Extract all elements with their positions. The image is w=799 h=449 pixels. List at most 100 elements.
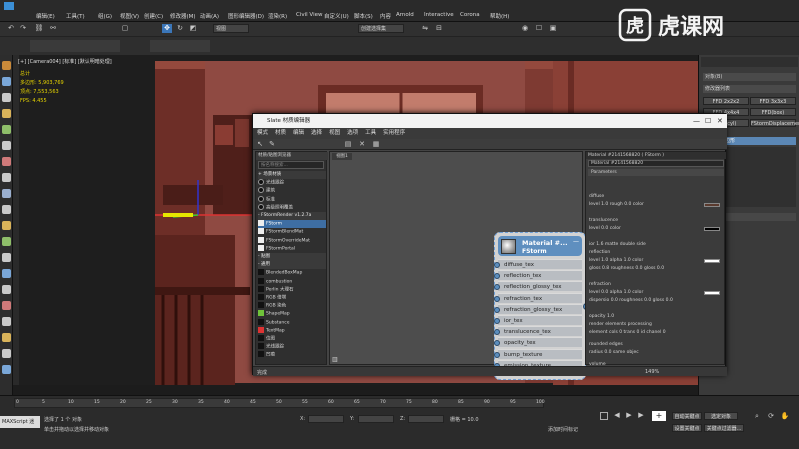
browser-item[interactable]: Perlin 大理石 [258, 285, 326, 294]
browser-item[interactable]: TextMap [258, 326, 326, 335]
browser-item[interactable]: Substance [258, 318, 326, 327]
node-menu-icon[interactable]: — [573, 238, 579, 245]
node-slot[interactable]: bump_texture [494, 348, 582, 359]
layout-icon[interactable]: ▦ [371, 140, 381, 149]
input-socket[interactable] [494, 318, 500, 324]
tool-icon[interactable] [2, 333, 11, 342]
undo-icon[interactable]: ↶ [6, 24, 16, 33]
z-field[interactable] [408, 415, 444, 423]
browser-item[interactable]: RGB 倍增 [258, 294, 326, 302]
browser-item[interactable]: 光线跟踪 [258, 343, 326, 351]
sme-menu-item[interactable]: 模式 [257, 130, 268, 136]
sme-menu-item[interactable]: 材质 [275, 130, 286, 136]
node-slot[interactable]: diffuse_tex [494, 259, 582, 269]
browser-item[interactable]: RGB 染色 [258, 302, 326, 310]
zoom-level[interactable]: 149% [645, 369, 659, 375]
tool-icon[interactable] [2, 253, 11, 262]
tool-icon[interactable] [2, 365, 11, 374]
minimize-icon[interactable]: — [693, 114, 700, 128]
set-key-icon[interactable]: + [652, 411, 666, 421]
input-socket[interactable] [494, 329, 500, 336]
pick-material-icon[interactable]: ↖ [255, 140, 265, 149]
tool-icon[interactable] [2, 221, 11, 230]
view-dropdown[interactable]: 视图 [213, 24, 249, 33]
menu-item[interactable]: 修改器(M) [170, 12, 196, 20]
menu-item[interactable]: 图形编辑器(D) [228, 12, 264, 20]
menu-item[interactable]: Civil View [296, 12, 322, 18]
maximize-icon[interactable]: ☐ [705, 114, 711, 128]
node-slot[interactable]: opacity_tex [494, 337, 582, 348]
scale-icon[interactable]: ◩ [188, 24, 198, 33]
render-icon[interactable]: ▣ [548, 24, 558, 33]
menu-item[interactable]: 渲染(R) [268, 12, 287, 20]
maxscript-listener[interactable]: MAXScript 迷 [0, 416, 40, 428]
tool-icon[interactable] [2, 173, 11, 182]
input-socket[interactable] [494, 295, 500, 302]
browser-item[interactable]: 标准 [258, 195, 326, 204]
browser-item[interactable]: FStorm [258, 220, 326, 229]
previous-frame-icon[interactable]: ◀ [612, 411, 622, 420]
menu-item[interactable]: 视图(V) [120, 12, 139, 20]
zoom-icon[interactable]: ⌕ [752, 412, 762, 421]
align-icon[interactable]: ⊟ [434, 24, 444, 33]
modifier-button[interactable]: FFD 2x2x2 [703, 97, 749, 105]
menu-item[interactable]: 组(G) [98, 12, 112, 20]
input-socket[interactable] [494, 340, 500, 347]
move-icon[interactable]: ✥ [162, 24, 172, 33]
menu-item[interactable]: Corona [460, 12, 480, 18]
tool-icon[interactable] [2, 141, 11, 150]
browser-item[interactable]: 高级照明覆盖 [258, 203, 326, 212]
app-icon[interactable] [4, 2, 14, 10]
select-icon[interactable]: ▢ [120, 24, 130, 33]
node-slot[interactable]: reflection_tex [494, 270, 582, 281]
tool-icon[interactable] [2, 157, 11, 166]
rotate-icon[interactable]: ↻ [175, 24, 185, 33]
close-icon[interactable]: ✕ [717, 114, 723, 128]
modifier-button[interactable]: FFD 3x3x3 [750, 97, 796, 105]
browser-item[interactable]: 光线跟踪 [258, 179, 326, 187]
assign-material-icon[interactable]: ▤ [343, 140, 353, 149]
render-setup-icon[interactable]: ☐ [534, 24, 544, 33]
browser-item[interactable]: - FStormRender v1.2.7a [258, 212, 326, 220]
selected-dropdown[interactable]: 选定对象 [704, 412, 738, 420]
sme-menu-item[interactable]: 选项 [347, 130, 358, 136]
viewport-label[interactable]: [+] [Camera004] [标准] [默认明暗处理] [18, 58, 112, 65]
sme-menu-item[interactable]: 工具 [365, 130, 376, 136]
node-slot[interactable]: translucence_tex [494, 326, 582, 337]
tool-icon[interactable] [2, 93, 11, 102]
browser-item[interactable]: - 通用 [258, 261, 326, 270]
browser-item[interactable]: FStormOverrideMat [258, 236, 326, 245]
color-swatch[interactable] [704, 259, 720, 263]
sme-titlebar[interactable]: Slate 材质编辑器 — ☐ ✕ [253, 114, 727, 128]
ribbon-panel-selection[interactable] [150, 40, 210, 52]
sme-menu-item[interactable]: 视图 [329, 130, 340, 136]
next-frame-icon[interactable]: ▶ [636, 411, 646, 420]
modifier-button[interactable]: FFD(box) [750, 108, 796, 116]
menu-item[interactable]: 创建(C) [144, 12, 163, 20]
input-socket[interactable] [494, 284, 500, 291]
browser-item[interactable]: 凹痕 [258, 351, 326, 359]
set-key-button[interactable]: 设置关键点 [672, 424, 702, 432]
material-editor-icon[interactable]: ◉ [520, 24, 530, 33]
menu-item[interactable]: 动画(A) [200, 12, 219, 20]
tool-icon[interactable] [2, 237, 11, 246]
node-slot[interactable]: reflection_glossy_tex [494, 281, 582, 292]
parameters-rollout[interactable]: Parameters [588, 169, 724, 176]
eyedropper-icon[interactable]: ✎ [267, 140, 277, 149]
key-filters-button[interactable]: 关键点过滤器... [704, 424, 744, 432]
node-slot[interactable]: refraction_glossy_tex [494, 303, 582, 314]
node-header[interactable]: Material #... FStorm — [498, 236, 582, 256]
auto-key-button[interactable]: 自动关键点 [672, 412, 702, 420]
menu-item[interactable]: 内容 [380, 12, 391, 20]
browser-item[interactable]: FStormPortal [258, 244, 326, 253]
menu-item[interactable]: Interactive [424, 12, 454, 18]
menu-item[interactable]: 编辑(E) [36, 12, 55, 20]
play-start-icon[interactable] [600, 412, 608, 420]
browser-item[interactable]: + 场景材质 [258, 171, 326, 179]
input-socket[interactable] [494, 351, 500, 358]
color-swatch[interactable] [704, 227, 720, 231]
modifier-button[interactable]: FStormDisplacement [750, 119, 799, 127]
node-slot[interactable]: refraction_tex [494, 292, 582, 303]
unlink-icon[interactable]: ⚯ [48, 24, 58, 33]
object-name-field[interactable]: 对象(B) [703, 73, 796, 81]
